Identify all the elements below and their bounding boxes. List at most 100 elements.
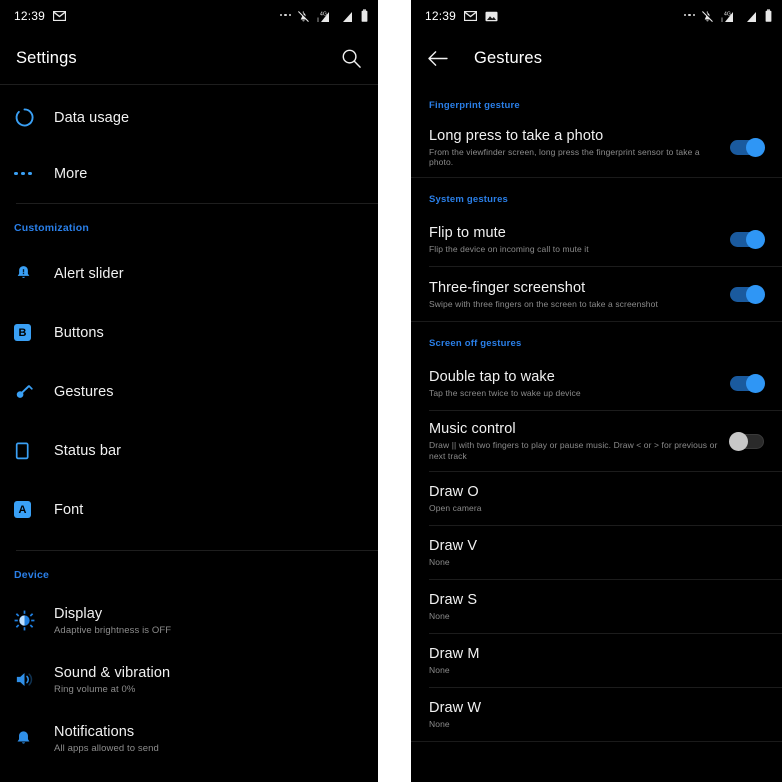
toggle-flip-to-mute[interactable] [730, 229, 765, 249]
toggle-music-control[interactable] [729, 431, 764, 451]
section-header-screen-off-gestures: Screen off gestures [429, 338, 522, 350]
sidebar-item-sound-vibration[interactable]: Sound & vibration Ring volume at 0% [0, 650, 378, 709]
more-dots-icon [279, 13, 291, 19]
row-text: Draw W None [429, 690, 764, 739]
section-header-device: Device [14, 569, 50, 581]
left-app-bar: Settings [0, 32, 378, 84]
row-subtitle: Draw || with two fingers to play or paus… [429, 440, 718, 461]
settings-list: Data usage More Customization Alert slid… [0, 85, 378, 768]
panel-gap [378, 0, 411, 782]
row-title: Draw V [429, 537, 478, 554]
left-phone-screen: 12:39 4G Settings Data usage More Custom… [0, 0, 378, 782]
row-title: Draw O [429, 483, 479, 500]
notifications-bell-icon [14, 729, 54, 749]
sidebar-item-subtitle: Ring volume at 0% [54, 683, 136, 695]
gestures-list: Fingerprint gesture Long press to take a… [411, 84, 782, 742]
display-brightness-icon [14, 610, 54, 631]
more-dots-icon [14, 171, 54, 176]
row-text: Status bar [54, 443, 121, 459]
sidebar-item-label: Gestures [54, 383, 114, 400]
sidebar-item-label: Data usage [54, 109, 130, 126]
row-title: Long press to take a photo [429, 128, 604, 144]
row-text: Buttons [54, 325, 104, 341]
row-text: Double tap to wake Tap the screen twice … [429, 359, 720, 408]
row-text: Draw V None [429, 528, 764, 577]
row-text: Long press to take a photo From the view… [429, 118, 720, 177]
sidebar-item-notifications[interactable]: Notifications All apps allowed to send [0, 709, 378, 768]
row-subtitle: Swipe with three fingers on the screen t… [429, 298, 658, 309]
sidebar-item-label: More [54, 165, 88, 182]
toggle-three-finger-screenshot[interactable] [730, 284, 765, 304]
toggle-long-press-to-take-a-photo[interactable] [730, 138, 765, 158]
status-bar-right: 4G [279, 9, 370, 23]
page-title: Gestures [474, 48, 543, 67]
dual-screenshot-container: 12:39 4G Settings Data usage More Custom… [0, 0, 782, 782]
sidebar-item-data-usage[interactable]: Data usage [0, 85, 378, 144]
setting-row-draw-s[interactable]: Draw S None [411, 580, 782, 633]
row-title: Draw S [429, 591, 478, 608]
status-bar-clock: 12:39 [14, 9, 46, 23]
row-subtitle: From the viewfinder screen, long press t… [429, 147, 700, 168]
list-end-divider [411, 740, 782, 742]
alert-slider-icon [14, 264, 54, 283]
more-dots-icon [683, 13, 695, 19]
gmail-icon [464, 11, 478, 21]
row-title: Three-finger screenshot [429, 279, 586, 296]
row-text: Draw M None [429, 636, 764, 685]
search-icon[interactable] [341, 48, 362, 69]
row-subtitle: Tap the screen twice to wake up device [429, 387, 581, 398]
setting-row-flip-to-mute[interactable]: Flip to mute Flip the device on incoming… [411, 212, 782, 266]
sidebar-item-alert-slider[interactable]: Alert slider [0, 244, 378, 303]
section-header-system-gestures: System gestures [429, 194, 509, 206]
row-text: Notifications All apps allowed to send [54, 724, 159, 754]
setting-row-three-finger-screenshot[interactable]: Three-finger screenshot Swipe with three… [411, 267, 782, 321]
setting-row-draw-w[interactable]: Draw W None [411, 688, 782, 741]
row-subtitle: None [429, 610, 450, 621]
back-arrow-icon[interactable] [427, 50, 448, 67]
sidebar-item-gestures[interactable]: Gestures [0, 362, 378, 421]
sidebar-item-more[interactable]: More [0, 144, 378, 203]
row-text: Alert slider [54, 266, 124, 282]
setting-row-long-press-to-take-a-photo[interactable]: Long press to take a photo From the view… [411, 118, 782, 177]
toggle-double-tap-to-wake[interactable] [730, 373, 765, 393]
row-subtitle: Open camera [429, 502, 482, 513]
setting-row-draw-o[interactable]: Draw O Open camera [411, 472, 782, 525]
setting-row-draw-m[interactable]: Draw M None [411, 634, 782, 687]
section-header-fingerprint-gesture: Fingerprint gesture [429, 100, 520, 111]
sidebar-item-label: Display [54, 605, 103, 622]
status-bar-icon [14, 441, 54, 461]
status-bar-right: 4G [683, 9, 774, 23]
row-title: Flip to mute [429, 224, 506, 241]
buttons-icon: B [14, 324, 54, 341]
sidebar-item-label: Notifications [54, 723, 135, 740]
row-text: Music control Draw || with two fingers t… [429, 411, 720, 470]
left-status-bar: 12:39 4G [0, 0, 378, 32]
setting-row-double-tap-to-wake[interactable]: Double tap to wake Tap the screen twice … [411, 356, 782, 410]
sidebar-item-label: Status bar [54, 442, 122, 459]
sidebar-item-subtitle: Adaptive brightness is OFF [54, 624, 172, 636]
right-app-bar: Gestures [411, 32, 782, 84]
sidebar-item-buttons[interactable]: B Buttons [0, 303, 378, 362]
row-title: Draw M [429, 645, 480, 662]
row-text: More [54, 166, 87, 182]
row-text: Data usage [54, 110, 129, 126]
sidebar-item-display[interactable]: Display Adaptive brightness is OFF [0, 591, 378, 650]
row-title: Double tap to wake [429, 368, 555, 385]
status-bar-left: 12:39 [425, 9, 498, 23]
row-subtitle: Flip the device on incoming call to mute… [429, 243, 589, 254]
row-text: Flip to mute Flip the device on incoming… [429, 215, 720, 264]
signal-4g-icon: 4G [720, 10, 739, 23]
status-bar-clock: 12:39 [425, 9, 457, 23]
setting-row-music-control[interactable]: Music control Draw || with two fingers t… [411, 411, 782, 470]
row-text: Draw O Open camera [429, 474, 764, 523]
sidebar-item-font[interactable]: A Font [0, 480, 378, 539]
section-header-customization: Customization [14, 222, 89, 234]
setting-row-draw-v[interactable]: Draw V None [411, 526, 782, 579]
row-subtitle: None [429, 718, 450, 729]
sidebar-item-status-bar[interactable]: Status bar [0, 421, 378, 480]
battery-icon [764, 9, 773, 23]
sidebar-item-label: Font [54, 501, 84, 518]
right-phone-screen: 12:39 4G Gestures Fingerprint gesture Lo… [411, 0, 782, 782]
sidebar-item-label: Buttons [54, 324, 104, 341]
row-text: Draw S None [429, 582, 764, 631]
